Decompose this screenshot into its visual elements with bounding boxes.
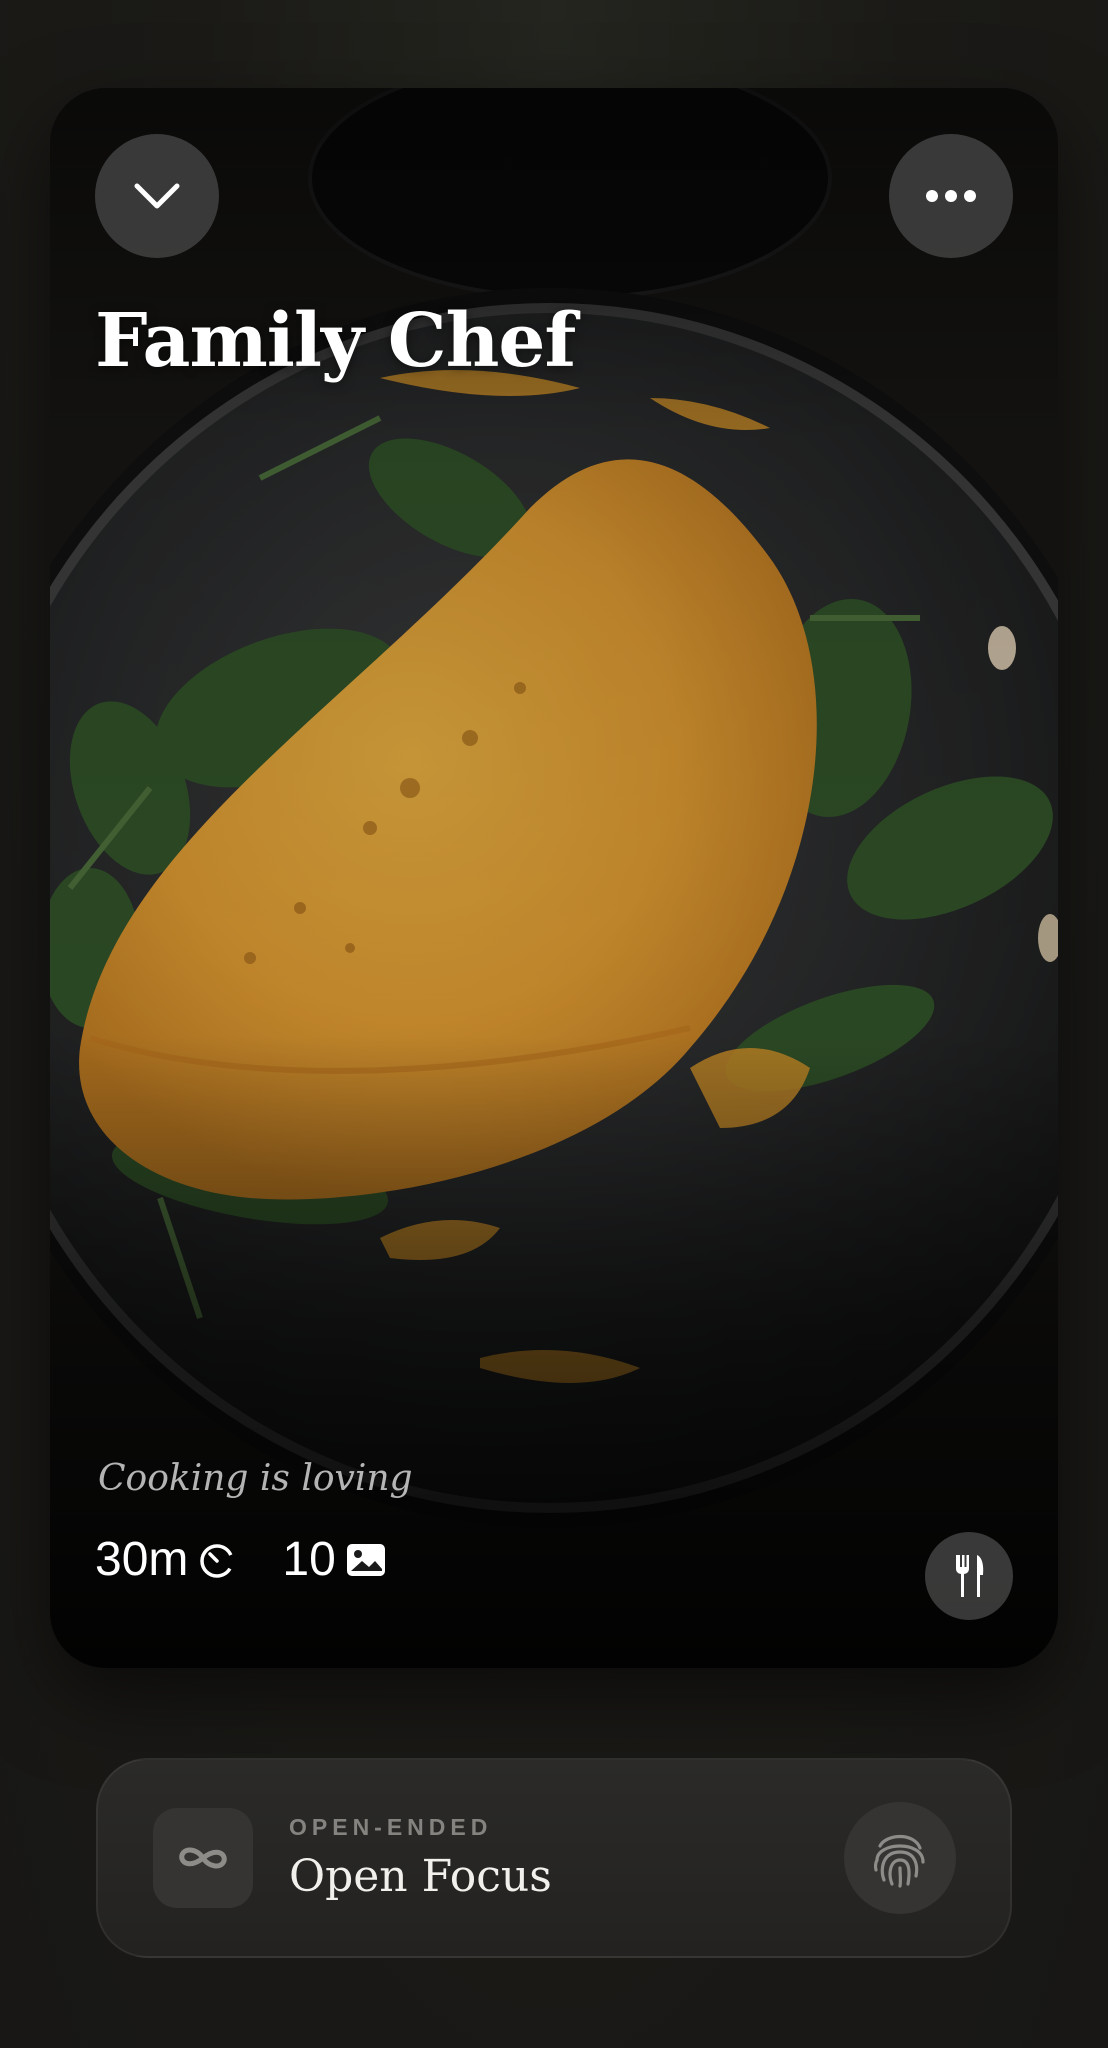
utensils-button[interactable] [925, 1532, 1013, 1620]
chevron-down-icon [134, 183, 180, 209]
collapse-button[interactable] [95, 134, 219, 258]
cook-time-value: 30m [95, 1533, 189, 1586]
cook-time-stat: 30m [95, 1532, 236, 1587]
timer-icon [200, 1543, 235, 1578]
recipe-tagline: Cooking is loving [98, 1458, 413, 1499]
fork-knife-icon [956, 1555, 984, 1597]
more-horizontal-icon [926, 190, 976, 202]
recipe-title: Family Chef [95, 298, 576, 384]
image-icon [346, 1543, 385, 1576]
fingerprint-button[interactable] [844, 1802, 956, 1914]
focus-title: Open Focus [289, 1851, 552, 1902]
focus-text: OPEN-ENDED Open Focus [289, 1814, 844, 1902]
photo-count-value: 10 [282, 1533, 336, 1586]
focus-mode-card[interactable]: OPEN-ENDED Open Focus [96, 1758, 1012, 1958]
more-options-button[interactable] [889, 134, 1013, 258]
photo-count-stat: 10 [282, 1532, 385, 1587]
infinity-icon [179, 1847, 227, 1869]
focus-kicker: OPEN-ENDED [289, 1814, 493, 1840]
recipe-card[interactable]: Family Chef Cooking is loving 30m 10 [50, 88, 1058, 1668]
fingerprint-icon [873, 1834, 925, 1888]
infinity-tile [153, 1808, 253, 1908]
recipe-stats: 30m 10 [95, 1532, 386, 1587]
